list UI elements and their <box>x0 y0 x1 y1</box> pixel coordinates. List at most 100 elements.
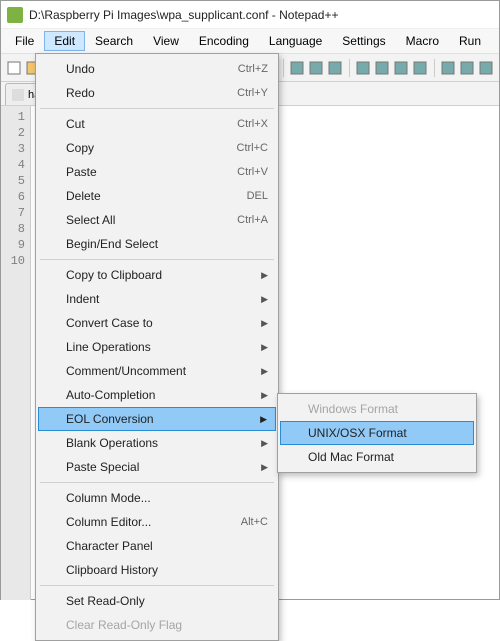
chevron-right-icon: ▶ <box>261 462 268 473</box>
menu-item-undo[interactable]: Undo Ctrl+Z <box>38 57 276 81</box>
menu-item-label: Copy to Clipboard <box>66 268 162 282</box>
menu-item-label: Comment/Uncomment <box>66 364 186 378</box>
fold-button[interactable] <box>412 57 429 79</box>
zoom-out-button[interactable] <box>327 57 344 79</box>
menu-item-clear-read-only-flag: Clear Read-Only Flag <box>38 613 276 637</box>
menu-item-label: Begin/End Select <box>66 237 158 251</box>
menu-shortcut: Alt+C <box>241 516 268 528</box>
menu-edit[interactable]: Edit <box>44 31 85 51</box>
menu-item-paste[interactable]: Paste Ctrl+V <box>38 160 276 184</box>
menu-item-label: Copy <box>66 141 94 155</box>
menu-shortcut: Ctrl+V <box>237 166 268 178</box>
menu-file[interactable]: File <box>5 31 44 51</box>
menu-item-label: Paste <box>66 165 97 179</box>
menu-macro[interactable]: Macro <box>396 31 449 51</box>
menu-item-column-editor[interactable]: Column Editor... Alt+C <box>38 510 276 534</box>
submenu-item-windows-format: Windows Format <box>280 397 474 421</box>
new-button[interactable] <box>5 57 22 79</box>
menu-item-auto-completion[interactable]: Auto-Completion ▶ <box>38 383 276 407</box>
menu-shortcut: Ctrl+A <box>237 214 268 226</box>
menu-item-comment-uncomment[interactable]: Comment/Uncomment▶ <box>38 359 276 383</box>
menu-textfx[interactable]: TextFX <box>491 31 500 51</box>
menu-language[interactable]: Language <box>259 31 332 51</box>
menu-item-redo[interactable]: RedoCtrl+Y <box>38 81 276 105</box>
menu-item-label: EOL Conversion <box>66 412 154 426</box>
word-wrap-button[interactable] <box>355 57 372 79</box>
line-number: 6 <box>1 190 25 206</box>
menu-view[interactable]: View <box>143 31 189 51</box>
file-icon <box>12 89 24 101</box>
menu-item-copy-to-clipboard[interactable]: Copy to Clipboard ▶ <box>38 263 276 287</box>
chevron-right-icon: ▶ <box>261 270 268 281</box>
menu-item-label: Character Panel <box>66 539 153 553</box>
show-all-button[interactable] <box>374 57 391 79</box>
menu-separator <box>40 108 274 109</box>
menu-item-blank-operations[interactable]: Blank Operations ▶ <box>38 431 276 455</box>
menu-item-label: Column Mode... <box>66 491 151 505</box>
menu-run[interactable]: Run <box>449 31 491 51</box>
line-number: 7 <box>1 206 25 222</box>
menu-item-paste-special[interactable]: Paste Special ▶ <box>38 455 276 479</box>
toolbar-separator <box>349 59 350 77</box>
menu-shortcut: Ctrl+C <box>237 142 268 154</box>
line-number: 8 <box>1 222 25 238</box>
chevron-right-icon: ▶ <box>260 414 267 425</box>
menubar: FileEditSearchViewEncodingLanguageSettin… <box>1 29 499 54</box>
menu-item-line-operations[interactable]: Line Operations▶ <box>38 335 276 359</box>
menu-item-label: Blank Operations <box>66 436 158 450</box>
menu-shortcut: Ctrl+Y <box>237 87 268 99</box>
toolbar-separator <box>283 59 284 77</box>
menu-item-label: Indent <box>66 292 99 306</box>
menu-item-character-panel[interactable]: Character Panel <box>38 534 276 558</box>
menu-item-label: Cut <box>66 117 85 131</box>
chevron-right-icon: ▶ <box>261 294 268 305</box>
line-number: 4 <box>1 158 25 174</box>
menu-item-begin-end-select[interactable]: Begin/End Select <box>38 232 276 256</box>
menu-item-column-mode[interactable]: Column Mode... <box>38 486 276 510</box>
submenu-item-unix-osx-format[interactable]: UNIX/OSX Format <box>280 421 474 445</box>
line-number: 9 <box>1 238 25 254</box>
menu-encoding[interactable]: Encoding <box>189 31 259 51</box>
eol-conversion-submenu: Windows FormatUNIX/OSX Format Old Mac For… <box>277 393 477 473</box>
menu-item-label: Undo <box>66 62 95 76</box>
menu-item-label: Convert Case to <box>66 316 153 330</box>
menu-item-label: Column Editor... <box>66 515 151 529</box>
menu-item-delete[interactable]: Delete DEL <box>38 184 276 208</box>
play-button[interactable] <box>459 57 476 79</box>
line-number: 3 <box>1 142 25 158</box>
edit-menu-dropdown: Undo Ctrl+Z RedoCtrl+Y CutCtrl+X Copy Ctrl+C P… <box>35 53 279 641</box>
stop-button[interactable] <box>478 57 495 79</box>
menu-item-convert-case-to[interactable]: Convert Case to▶ <box>38 311 276 335</box>
chevron-right-icon: ▶ <box>261 390 268 401</box>
menu-search[interactable]: Search <box>85 31 143 51</box>
menu-item-set-read-only[interactable]: Set Read-Only <box>38 589 276 613</box>
menu-item-label: Paste Special <box>66 460 139 474</box>
menu-item-label: Auto-Completion <box>66 388 155 402</box>
menu-item-indent[interactable]: Indent ▶ <box>38 287 276 311</box>
menu-item-label: Select All <box>66 213 115 227</box>
menu-item-label: Set Read-Only <box>66 594 145 608</box>
app-icon <box>7 7 23 23</box>
menu-item-copy[interactable]: Copy Ctrl+C <box>38 136 276 160</box>
menu-item-label: Delete <box>66 189 101 203</box>
line-number-gutter: 12345678910 <box>1 106 31 600</box>
window-title: D:\Raspberry Pi Images\wpa_supplicant.co… <box>29 8 339 22</box>
replace-button[interactable] <box>288 57 305 79</box>
record-button[interactable] <box>440 57 457 79</box>
zoom-in-button[interactable] <box>308 57 325 79</box>
line-number: 10 <box>1 254 25 270</box>
menu-shortcut: DEL <box>247 190 268 202</box>
menu-item-cut[interactable]: CutCtrl+X <box>38 112 276 136</box>
menu-item-label: Clear Read-Only Flag <box>66 618 182 632</box>
menu-item-clipboard-history[interactable]: Clipboard History <box>38 558 276 582</box>
menu-item-eol-conversion[interactable]: EOL Conversion ▶ <box>38 407 276 431</box>
menu-item-label: Clipboard History <box>66 563 158 577</box>
chevron-right-icon: ▶ <box>261 438 268 449</box>
menu-separator <box>40 259 274 260</box>
menu-item-label: Old Mac Format <box>308 450 394 464</box>
submenu-item-old-mac-format[interactable]: Old Mac Format <box>280 445 474 469</box>
menu-item-select-all[interactable]: Select All Ctrl+A <box>38 208 276 232</box>
menu-settings[interactable]: Settings <box>332 31 395 51</box>
menu-shortcut: Ctrl+Z <box>238 63 268 75</box>
indent-guide-button[interactable] <box>393 57 410 79</box>
